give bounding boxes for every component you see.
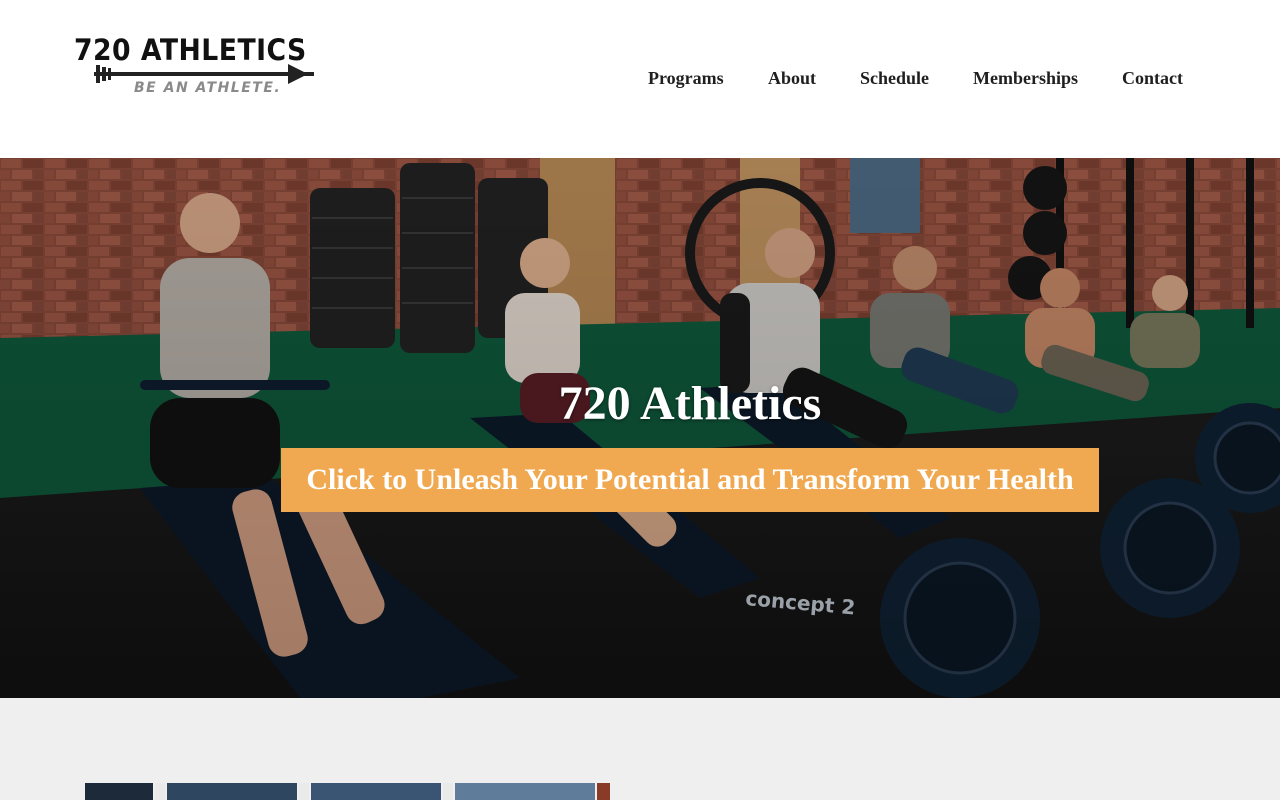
lower-section — [0, 698, 1280, 800]
hero-title: 720 Athletics — [558, 377, 822, 430]
logo-tagline: BE AN ATHLETE. — [134, 80, 282, 96]
arrow-head-icon — [288, 64, 308, 84]
barbell-plate-icon — [102, 67, 106, 81]
hero-cta-button[interactable]: Click to Unleash Your Potential and Tran… — [281, 448, 1099, 512]
nav-item-contact[interactable]: Contact — [1122, 68, 1183, 89]
logo-link[interactable]: 720 ATHLETICS BE AN ATHLETE. — [74, 34, 326, 100]
site-header: 720 ATHLETICS BE AN ATHLETE. Programs Ab… — [0, 0, 1280, 158]
gallery-image-strip — [85, 783, 610, 800]
nav-item-programs[interactable]: Programs — [648, 68, 724, 89]
barbell-icon — [94, 72, 314, 76]
barbell-plate-icon — [96, 65, 100, 83]
nav-item-memberships[interactable]: Memberships — [973, 68, 1078, 89]
hero-section: concept 2 — [0, 158, 1280, 698]
nav-item-schedule[interactable]: Schedule — [860, 68, 929, 89]
nav-item-about[interactable]: About — [768, 68, 816, 89]
logo-wordmark: 720 ATHLETICS — [74, 33, 307, 67]
barbell-collar-icon — [108, 68, 111, 80]
